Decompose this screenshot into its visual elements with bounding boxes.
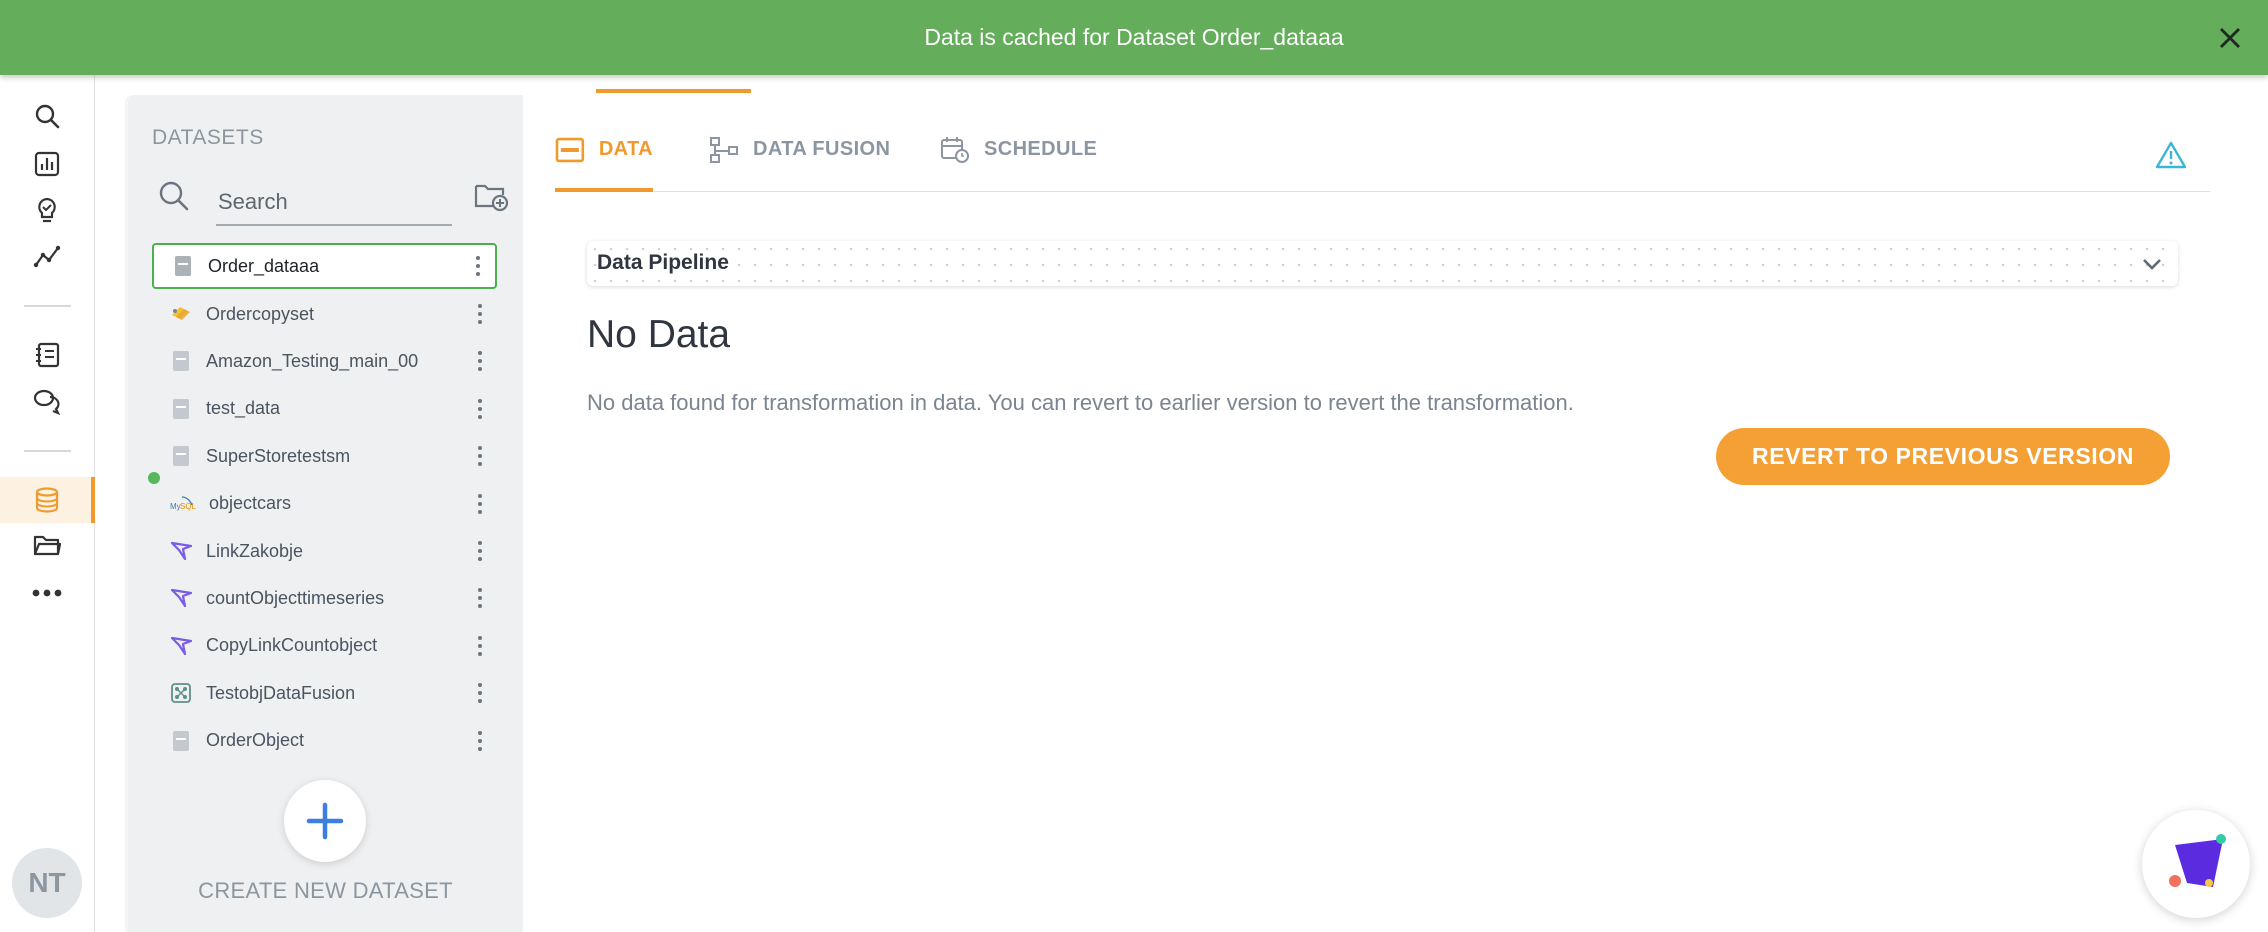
data-table-icon (555, 137, 585, 163)
kebab-menu-icon[interactable] (473, 729, 487, 753)
chat-icon[interactable] (30, 384, 64, 418)
add-folder-icon[interactable] (474, 180, 509, 212)
file-icon (170, 445, 192, 467)
dataset-item-label: CopyLinkCountobject (206, 635, 378, 656)
empty-state-message: No data found for transformation in data… (587, 390, 1574, 415)
top-tab-indicator (596, 89, 751, 93)
object-link-icon (170, 540, 193, 562)
analytics-line-icon[interactable] (30, 240, 64, 274)
dataset-item[interactable]: Order_dataaa (152, 243, 497, 289)
dataset-list: Order_dataaa Ordercopyset Amazon_Testing… (148, 243, 497, 764)
dataset-item[interactable]: Amazon_Testing_main_00 (152, 338, 497, 385)
dataset-item[interactable]: OrderObject (152, 717, 497, 764)
file-icon (170, 730, 192, 752)
dataset-item-label: SuperStoretestsm (206, 445, 351, 466)
left-nav: NT (0, 0, 95, 932)
tab-label: DATA FUSION (753, 138, 891, 160)
folder-icon[interactable] (30, 528, 64, 562)
assistant-logo-icon (2169, 834, 2226, 887)
tab-data-fusion[interactable]: DATA FUSION (709, 126, 890, 192)
dataset-item-label: Amazon_Testing_main_00 (206, 350, 419, 371)
toast-message: Data is cached for Dataset Order_dataaa (924, 24, 1344, 50)
avatar[interactable]: NT (12, 848, 82, 918)
datasets-title: DATASETS (152, 126, 264, 149)
search-icon[interactable] (30, 99, 64, 133)
online-status-dot (148, 471, 160, 484)
pipeline-title: Data Pipeline (597, 251, 735, 275)
assistant-bot-button[interactable] (2142, 810, 2250, 918)
data-pipeline-panel[interactable]: Data Pipeline (587, 241, 2178, 286)
dashboard-icon[interactable] (30, 147, 64, 181)
nav-divider (24, 450, 71, 452)
revert-to-previous-version-button[interactable]: REVERT TO PREVIOUS VERSION (1716, 428, 2170, 485)
tab-label: SCHEDULE (984, 138, 1098, 160)
dataset-item-label: TestobjDataFusion (206, 682, 356, 703)
data-fusion-icon (170, 682, 192, 704)
kebab-menu-icon[interactable] (473, 539, 487, 563)
tab-bar: DATA DATA FUSION SCHEDULE (555, 126, 2210, 192)
chevron-down-icon[interactable] (2140, 253, 2164, 275)
close-icon[interactable] (2212, 20, 2248, 56)
kebab-menu-icon[interactable] (473, 444, 487, 468)
dataset-item-label: test_data (206, 398, 281, 419)
tab-schedule[interactable]: SCHEDULE (940, 126, 1097, 192)
database-icon[interactable] (30, 483, 64, 517)
dataset-item-label: countObjecttimeseries (206, 587, 385, 608)
kebab-menu-icon[interactable] (473, 492, 487, 516)
create-dataset-button[interactable] (284, 780, 366, 862)
main-content (523, 95, 2243, 932)
dataset-item-label: Ordercopyset (206, 303, 315, 324)
fusion-flow-icon (710, 137, 738, 163)
nav-divider (24, 305, 71, 307)
dataset-item-label: LinkZakobje (206, 540, 304, 561)
file-icon (170, 398, 192, 420)
object-link-icon (170, 635, 193, 657)
dataset-item-label: Order_dataaa (208, 255, 320, 276)
tab-data[interactable]: DATA (555, 126, 653, 192)
dataset-search-input[interactable] (216, 180, 452, 226)
kebab-menu-icon[interactable] (473, 349, 487, 373)
more-icon[interactable] (30, 576, 64, 610)
warning-icon[interactable] (2155, 140, 2187, 170)
kebab-menu-icon[interactable] (473, 302, 487, 326)
dataset-item[interactable]: My SQL objectcars (148, 471, 497, 527)
object-link-icon (170, 587, 193, 609)
dataset-item[interactable]: LinkZakobje (152, 527, 497, 574)
kebab-menu-icon[interactable] (473, 634, 487, 658)
dataset-item[interactable]: countObjecttimeseries (152, 575, 497, 622)
insight-bulb-icon[interactable] (30, 193, 64, 227)
file-icon (172, 255, 194, 277)
notebook-icon[interactable] (30, 338, 64, 372)
kebab-menu-icon[interactable] (473, 586, 487, 610)
mysql-icon: My SQL (170, 493, 197, 515)
kebab-menu-icon[interactable] (473, 397, 487, 421)
dataset-item-label: objectcars (209, 493, 292, 514)
empty-state-title: No Data (587, 313, 731, 356)
kebab-menu-icon[interactable] (473, 681, 487, 705)
svg-text:SQL: SQL (180, 502, 196, 511)
calendar-clock-icon (941, 137, 969, 163)
dataset-item-label: OrderObject (206, 730, 305, 751)
dataset-item[interactable]: Ordercopyset (152, 290, 497, 337)
plus-icon (306, 802, 344, 840)
file-icon (170, 350, 192, 372)
kebab-menu-icon[interactable] (471, 254, 485, 278)
dataset-item[interactable]: CopyLinkCountobject (152, 622, 497, 669)
dataset-item[interactable]: test_data (152, 385, 497, 432)
copy-set-icon (170, 303, 192, 325)
create-dataset-label[interactable]: CREATE NEW DATASET (128, 878, 523, 904)
dataset-item[interactable]: SuperStoretestsm (152, 433, 497, 480)
dataset-item[interactable]: TestobjDataFusion (152, 670, 497, 717)
cache-notification-toast: Data is cached for Dataset Order_dataaa (0, 0, 2268, 75)
search-icon[interactable] (158, 180, 190, 212)
tab-label: DATA (598, 138, 653, 160)
